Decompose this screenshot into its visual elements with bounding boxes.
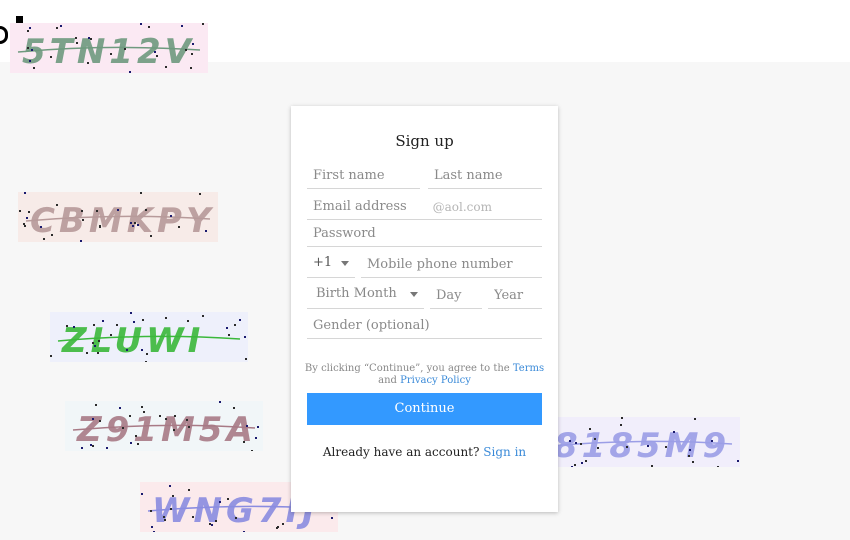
mobile-input[interactable] — [361, 254, 542, 274]
captcha-image: Z91M5A — [65, 401, 263, 451]
password-input[interactable] — [307, 223, 542, 243]
captcha-text: CBMKPY — [30, 201, 215, 241]
first-name-input[interactable] — [307, 165, 420, 185]
mobile-field[interactable] — [361, 254, 542, 278]
terms-link[interactable]: Terms — [513, 363, 544, 374]
password-field[interactable] — [307, 223, 542, 247]
privacy-policy-link[interactable]: Privacy Policy — [400, 375, 471, 386]
captcha-text: ZLUWI — [61, 321, 204, 361]
already-account-text: Already have an account? — [322, 445, 480, 459]
birth-month-label: Birth Month — [316, 286, 397, 301]
birth-month-select[interactable]: Birth Month — [307, 285, 424, 309]
birth-year-input[interactable] — [488, 285, 542, 305]
captcha-image: CBMKPY — [18, 192, 218, 242]
captcha-image: ZLUWI — [50, 312, 248, 362]
captcha-image: 5TN12V — [10, 23, 208, 73]
birth-day-field[interactable] — [430, 285, 482, 309]
email-field[interactable]: @aol.com — [307, 196, 542, 220]
gender-field[interactable] — [307, 315, 542, 339]
captcha-image: 8185M9 — [542, 417, 740, 467]
birth-year-field[interactable] — [488, 285, 542, 309]
captcha-text: 5TN12V — [22, 32, 195, 72]
terms-and-text: and — [378, 375, 397, 386]
birth-day-input[interactable] — [430, 285, 482, 305]
chevron-down-icon — [410, 292, 418, 297]
last-name-input[interactable] — [428, 165, 542, 185]
signup-card: Sign up @aol.com +1 Birth Month By click… — [291, 106, 558, 512]
continue-button[interactable]: Continue — [307, 393, 542, 425]
gender-input[interactable] — [307, 315, 542, 335]
chevron-down-icon — [341, 261, 349, 266]
logo-icon — [0, 26, 8, 44]
country-code-value: +1 — [313, 255, 333, 270]
logo-dot-icon — [16, 16, 23, 23]
captcha-text: Z91M5A — [76, 410, 257, 450]
page-title: Sign up — [395, 132, 454, 150]
signin-prompt: Already have an account? Sign in — [291, 445, 558, 459]
email-domain-suffix: @aol.com — [432, 200, 492, 214]
last-name-field[interactable] — [428, 165, 542, 189]
captcha-text: 8185M9 — [554, 426, 730, 466]
email-input[interactable] — [307, 196, 542, 216]
sign-in-link[interactable]: Sign in — [483, 445, 526, 459]
country-code-select[interactable]: +1 — [307, 254, 355, 278]
terms-prefix-text: By clicking “Continue”, you agree to the — [304, 363, 510, 374]
terms-notice: By clicking “Continue”, you agree to the… — [291, 363, 558, 387]
first-name-field[interactable] — [307, 165, 420, 189]
